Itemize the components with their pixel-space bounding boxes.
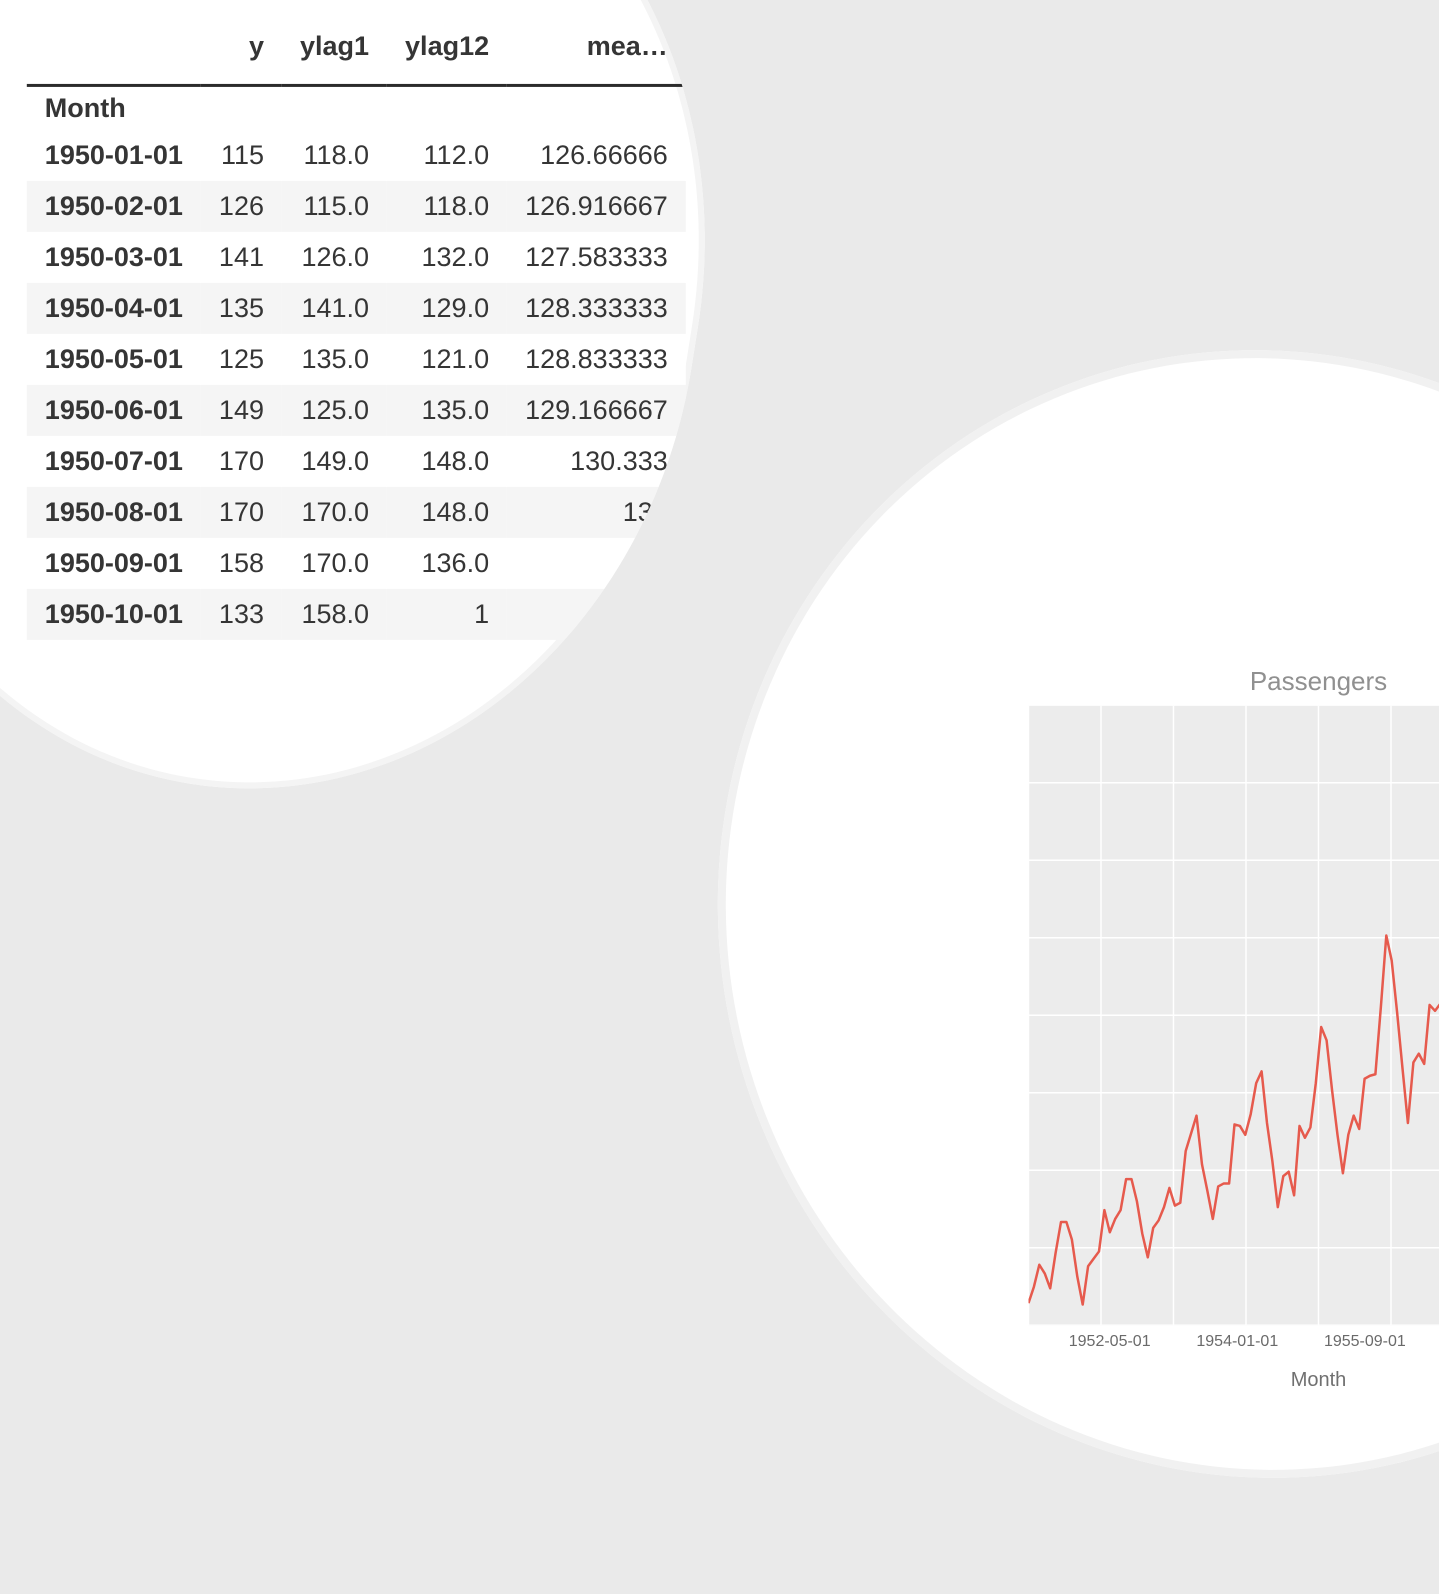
- row-index: 1950-09-01: [27, 538, 201, 589]
- x-tick: 1954-01-01: [1196, 1333, 1278, 1351]
- row-index: 1950-02-01: [27, 181, 201, 232]
- cell-ylag1: 149.0: [282, 436, 387, 487]
- cell-ylag1: 135.0: [282, 334, 387, 385]
- col-ylag1: ylag1: [282, 23, 387, 85]
- cell-mean: 129.166667: [507, 385, 686, 436]
- col-ylag12: ylag12: [387, 23, 507, 86]
- col-mean: mea…: [507, 23, 686, 86]
- cell-y: 170: [201, 436, 282, 487]
- table-row: 1950-04-01135141.0129.0128.333333: [27, 283, 686, 334]
- col-y: y: [201, 23, 282, 85]
- table-row: 1950-01-01115118.0112.0126.66666: [27, 130, 686, 181]
- cell-ylag1: 125.0: [282, 385, 387, 436]
- cell-mean: 130.333: [507, 436, 686, 487]
- cell-ylag12: 112.0: [387, 130, 507, 181]
- cell-ylag1: 170.0: [282, 538, 387, 589]
- cell-mean: 132: [507, 487, 686, 538]
- table-row: 1950-03-01141126.0132.0127.583333: [27, 232, 686, 283]
- row-index: 1950-06-01: [27, 385, 201, 436]
- cell-ylag12: 148.0: [387, 436, 507, 487]
- cell-mean: [507, 538, 686, 589]
- cell-ylag12: 148.0: [387, 487, 507, 538]
- cell-y: 170: [201, 487, 282, 538]
- table-row: 1950-05-01125135.0121.0128.833333: [27, 334, 686, 385]
- cell-ylag1: 118.0: [282, 130, 387, 181]
- cell-mean: [507, 589, 686, 640]
- table-row: 1950-06-01149125.0135.0129.166667: [27, 385, 686, 436]
- cell-ylag1: 170.0: [282, 487, 387, 538]
- cell-y: 115: [201, 130, 282, 181]
- cell-mean: 128.833333: [507, 334, 686, 385]
- cell-y: 149: [201, 385, 282, 436]
- cell-ylag12: 132.0: [387, 232, 507, 283]
- cell-ylag12: 118.0: [387, 181, 507, 232]
- index-header: Month: [27, 85, 201, 130]
- row-index: 1950-05-01: [27, 334, 201, 385]
- row-index: 1950-07-01: [27, 436, 201, 487]
- cell-mean: 126.66666: [507, 130, 686, 181]
- table-row: 1950-08-01170170.0148.0132: [27, 487, 686, 538]
- cell-mean: 126.916667: [507, 181, 686, 232]
- row-index: 1950-04-01: [27, 283, 201, 334]
- cell-ylag12: 135.0: [387, 385, 507, 436]
- chart-title: Passengers: [868, 666, 1439, 697]
- cell-mean: 127.583333: [507, 232, 686, 283]
- cell-ylag12: 136.0: [387, 538, 507, 589]
- cell-ylag1: 141.0: [282, 283, 387, 334]
- cell-mean: 128.333333: [507, 283, 686, 334]
- table-row: 1950-10-01133158.01: [27, 589, 686, 640]
- cell-y: 141: [201, 232, 282, 283]
- cell-y: 158: [201, 538, 282, 589]
- table-row: 1950-09-01158170.0136.0: [27, 538, 686, 589]
- row-index: 1950-03-01: [27, 232, 201, 283]
- cell-ylag1: 126.0: [282, 232, 387, 283]
- chart-bubble: Passengers 1952-05-01 1954-01-01 1955-09-0…: [599, 234, 1439, 1594]
- chart-x-axis: 1952-05-011954-01-011955-09-011957-05-01…: [1028, 1333, 1439, 1365]
- cell-ylag12: 121.0: [387, 334, 507, 385]
- row-index: 1950-01-01: [27, 130, 201, 181]
- cell-y: 133: [201, 589, 282, 640]
- table-row: 1950-07-01170149.0148.0130.333: [27, 436, 686, 487]
- cell-ylag12: 129.0: [387, 283, 507, 334]
- x-tick: 1952-05-01: [1069, 1333, 1151, 1351]
- data-table: y ylag1 ylag12 mea… Month 1950-01-011151…: [27, 23, 686, 640]
- row-index: 1950-08-01: [27, 487, 201, 538]
- cell-ylag1: 115.0: [282, 181, 387, 232]
- cell-y: 126: [201, 181, 282, 232]
- chart-plot-area: [1028, 705, 1439, 1325]
- cell-y: 135: [201, 283, 282, 334]
- table-bubble: y ylag1 ylag12 mea… Month 1950-01-011151…: [0, 0, 774, 851]
- chart-x-label: Month: [868, 1369, 1439, 1392]
- cell-y: 125: [201, 334, 282, 385]
- cell-ylag1: 158.0: [282, 589, 387, 640]
- x-tick: 1955-09-01: [1324, 1333, 1406, 1351]
- table-row: 1950-02-01126115.0118.0126.916667: [27, 181, 686, 232]
- cell-ylag12: 1: [387, 589, 507, 640]
- row-index: 1950-10-01: [27, 589, 201, 640]
